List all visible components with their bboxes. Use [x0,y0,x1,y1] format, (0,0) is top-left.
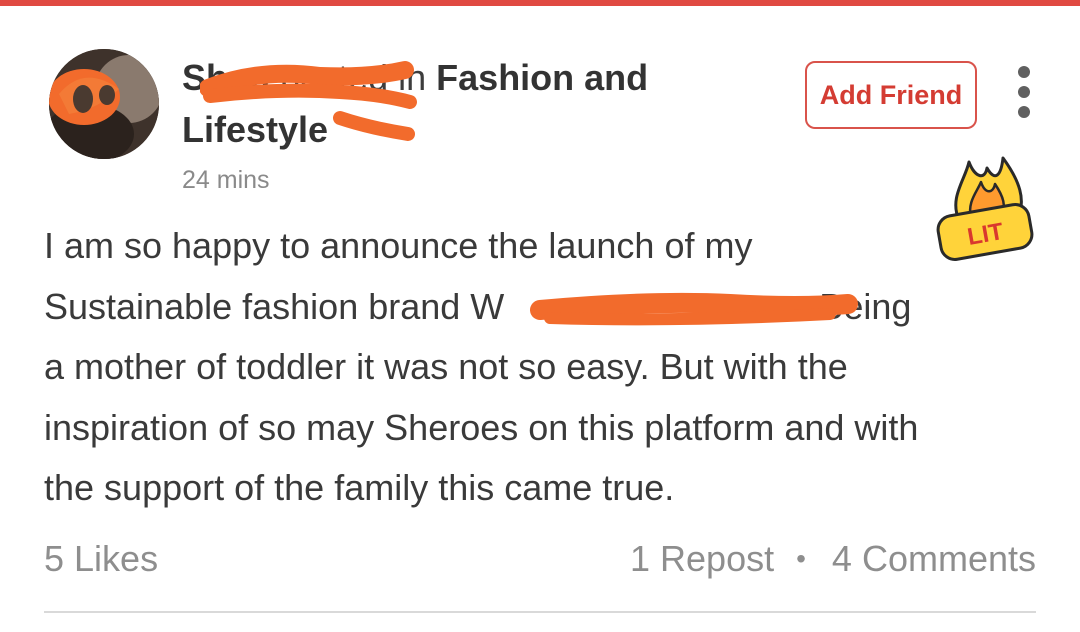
comments-count[interactable]: 4 Comments [832,538,1036,580]
post-header: Sh m posted in Fashion and Lifestyle [182,52,782,156]
post-body-line: a mother of toddler it was not so easy. … [44,346,848,387]
top-accent-bar [0,0,1080,6]
more-options-icon[interactable] [1010,66,1038,118]
posted-in-label: posted in [280,57,427,98]
menu-dot [1018,106,1030,118]
avatar[interactable] [49,49,159,159]
author-name[interactable]: Sh m [182,57,270,98]
post-body-segment: . Being [799,285,912,327]
post-body-line: inspiration of so may Sheroes on this pl… [44,406,919,448]
post-body-line: the support of the family this came true… [44,467,675,508]
repost-count[interactable]: 1 Repost [630,538,774,580]
post-timestamp: 24 mins [182,166,270,194]
post-stats: 5 Likes 1 Repost • 4 Comments [44,538,1036,594]
add-friend-button[interactable]: Add Friend [805,61,977,129]
avatar-image [49,49,159,159]
post-body: I am so happy to announce the launch of … [44,216,1044,519]
post-body-line: Sustainable fashion brand W . Being [44,277,1044,338]
engagement-counts: 1 Repost • 4 Comments [630,538,1036,580]
likes-count[interactable]: 5 Likes [44,538,158,580]
divider [44,611,1036,613]
separator-dot: • [796,543,806,574]
menu-dot [1018,66,1030,78]
post-body-segment: Sustainable fashion brand W [44,285,505,327]
post-body-line: I am so happy to announce the launch of … [44,225,753,266]
menu-dot [1018,86,1030,98]
